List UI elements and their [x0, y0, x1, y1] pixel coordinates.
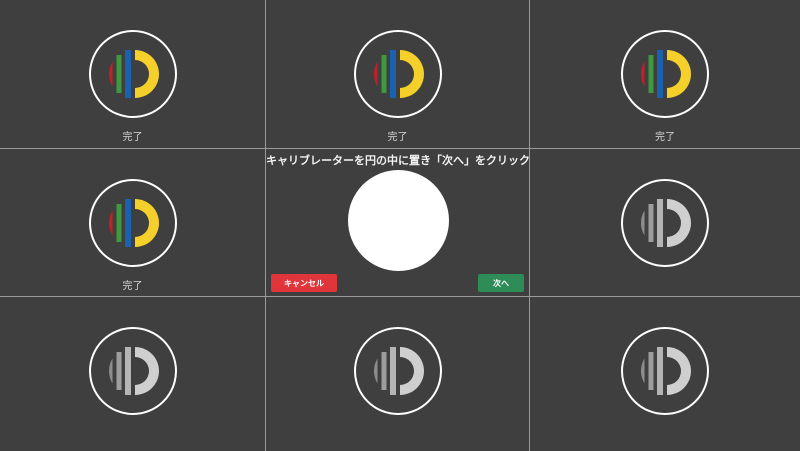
calibration-cell-1: 完了	[0, 0, 266, 149]
calibration-cell-9	[530, 297, 800, 451]
calibration-cell-3: 完了	[530, 0, 800, 149]
calibrator-logo-icon	[621, 327, 709, 415]
instruction-text: キャリブレーターを円の中に置き「次へ」をクリック。	[266, 154, 530, 167]
status-label: 完了	[122, 132, 143, 143]
calibration-cell-6	[530, 149, 800, 297]
calibrator-logo-icon	[88, 30, 177, 118]
target-circle	[348, 170, 449, 271]
calibration-cell-2: 完了	[266, 0, 530, 149]
calibration-cell-7	[0, 297, 266, 451]
status-label: 完了	[387, 132, 408, 143]
cancel-button[interactable]: キャンセル	[271, 274, 337, 292]
calibration-active-cell: キャリブレーターを円の中に置き「次へ」をクリック。 キャンセル 次へ	[266, 149, 530, 297]
calibrator-logo-icon	[621, 179, 709, 267]
calibrator-logo-icon	[353, 327, 442, 415]
calibrator-logo-icon	[353, 30, 442, 118]
calibrator-logo-icon	[88, 179, 177, 267]
calibrator-logo-icon	[88, 327, 177, 415]
calibration-grid: 完了 完了 完了 完了 キャリブレーターを円の中に置き「次へ」をクリック。 キャ…	[0, 0, 800, 451]
status-label: 完了	[122, 281, 143, 292]
calibration-cell-4: 完了	[0, 149, 266, 297]
calibrator-logo-icon	[621, 30, 709, 118]
calibration-cell-8	[266, 297, 530, 451]
next-button[interactable]: 次へ	[478, 274, 524, 292]
status-label: 完了	[655, 132, 675, 143]
